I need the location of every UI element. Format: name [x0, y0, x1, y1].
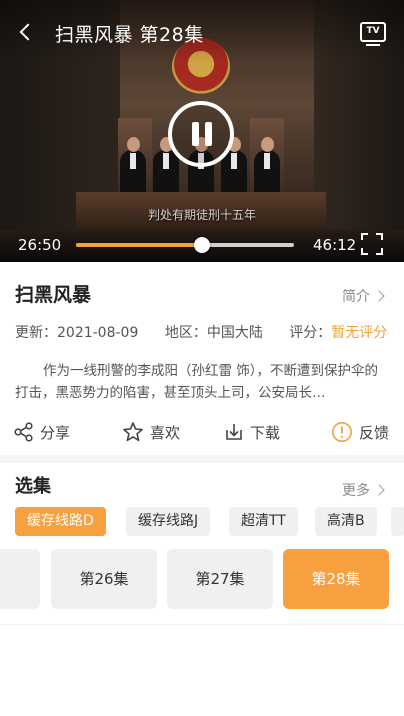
video-player[interactable]: 判处有期徒刑十五年 扫黑风暴 第28集 TV 26:50 46:12 — [0, 0, 404, 262]
download-button[interactable]: 下载 — [224, 418, 280, 446]
download-icon — [226, 424, 242, 440]
download-label: 下载 — [250, 423, 281, 442]
scene-figure — [254, 137, 280, 196]
video-title: 扫黑风暴 第28集 — [55, 24, 204, 46]
share-button[interactable]: 分享 — [14, 418, 70, 446]
episode-item-partial[interactable] — [0, 549, 40, 609]
description[interactable]: 作为一线刑警的李成阳（孙红雷 饰），不断遭到保护伞的打击，黑恶势力的陷害，甚至顶… — [15, 360, 387, 404]
chevron-right-icon — [373, 290, 385, 302]
tv-cast-icon[interactable]: TV — [360, 22, 386, 46]
total-time: 46:12 — [313, 236, 357, 254]
section-divider — [0, 455, 404, 463]
action-row: 分享 喜欢 下载 反馈 — [0, 418, 404, 448]
player-top-bar: 扫黑风暴 第28集 TV — [0, 0, 404, 62]
like-label: 喜欢 — [150, 423, 181, 442]
intro-link[interactable]: 简介 — [342, 286, 385, 306]
like-button[interactable]: 喜欢 — [122, 418, 180, 446]
episodes-title: 选集 — [15, 476, 51, 497]
progress-fill — [76, 243, 203, 247]
share-icon — [14, 422, 33, 442]
source-tab[interactable]: 超清TT — [229, 507, 298, 536]
feedback-button[interactable]: 反馈 — [331, 418, 389, 446]
episode-list: 第26集 第27集 第28集 — [0, 549, 404, 611]
source-tab[interactable]: 缓存线路J — [126, 507, 211, 536]
episode-item[interactable]: 第27集 — [167, 549, 273, 609]
progress-bar[interactable] — [76, 237, 294, 253]
feedback-label: 反馈 — [359, 423, 390, 442]
meta-row: 更新：2021-08-09 地区：中国大陆 评分：暂无评分 — [15, 322, 404, 342]
current-time: 26:50 — [18, 236, 62, 254]
video-subtitle: 判处有期徒刑十五年 — [147, 208, 256, 222]
share-label: 分享 — [40, 423, 71, 442]
scene-figure — [120, 137, 146, 196]
source-tab[interactable]: 缓存线路D — [15, 507, 106, 536]
intro-label: 简介 — [342, 289, 370, 305]
rating-info: 评分：暂无评分 — [289, 325, 388, 341]
more-label: 更多 — [342, 483, 370, 499]
scene-figure — [153, 137, 179, 196]
episode-item[interactable]: 第26集 — [51, 549, 157, 609]
scene-figure — [221, 137, 247, 196]
progress-knob[interactable] — [194, 237, 211, 253]
bottom-divider — [0, 624, 404, 625]
fullscreen-icon[interactable] — [361, 233, 383, 255]
more-link[interactable]: 更多 — [342, 480, 385, 500]
update-info: 更新：2021-08-09 — [15, 325, 139, 341]
pause-button[interactable] — [168, 101, 234, 167]
warning-circle-icon — [332, 422, 352, 442]
pause-icon-bar — [192, 122, 199, 146]
pause-icon-bar — [205, 122, 212, 146]
player-controls: 26:50 46:12 — [0, 226, 404, 262]
source-tab-partial[interactable] — [391, 507, 404, 536]
show-title: 扫黑风暴 — [15, 284, 92, 306]
region-info: 地区：中国大陆 — [164, 325, 263, 341]
chevron-right-icon — [373, 484, 385, 496]
star-icon — [123, 422, 143, 442]
episode-item[interactable]: 第28集 — [283, 549, 389, 609]
back-icon[interactable] — [16, 18, 40, 46]
source-tab[interactable]: 高清B — [315, 507, 377, 536]
